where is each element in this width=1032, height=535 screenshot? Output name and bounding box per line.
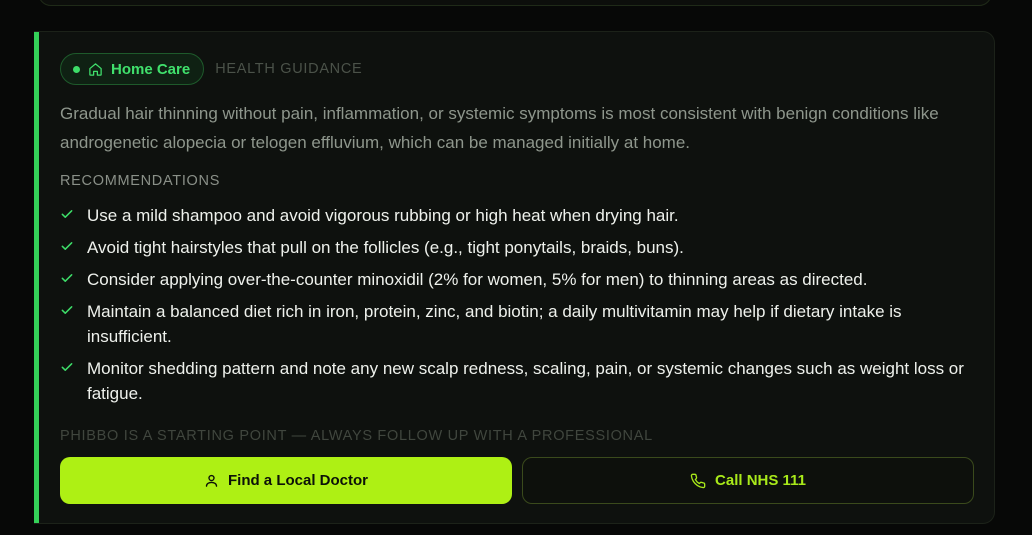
find-local-doctor-label: Find a Local Doctor bbox=[227, 472, 368, 489]
phone-icon bbox=[690, 473, 706, 489]
section-eyebrow: HEALTH GUIDANCE bbox=[215, 61, 363, 77]
check-icon bbox=[60, 235, 87, 260]
recommendation-text: Monitor shedding pattern and note any ne… bbox=[87, 359, 964, 403]
disclaimer-text: PHIBBO IS A STARTING POINT — ALWAYS FOLL… bbox=[60, 428, 653, 444]
list-item: Maintain a balanced diet rich in iron, p… bbox=[60, 299, 975, 349]
recommendations-list: Use a mild shampoo and avoid vigorous ru… bbox=[60, 203, 975, 413]
badge-label: Home Care bbox=[111, 60, 191, 78]
user-icon bbox=[204, 473, 219, 488]
home-care-badge: Home Care bbox=[60, 53, 205, 85]
check-icon bbox=[60, 356, 87, 406]
card-accent-bar bbox=[34, 32, 39, 523]
recommendation-text: Use a mild shampoo and avoid vigorous ru… bbox=[87, 206, 679, 225]
recommendations-title: RECOMMENDATIONS bbox=[60, 173, 221, 189]
recommendation-text: Avoid tight hairstyles that pull on the … bbox=[87, 238, 684, 257]
guidance-card: Home Care HEALTH GUIDANCE Gradual hair t… bbox=[34, 31, 995, 524]
guidance-summary: Gradual hair thinning without pain, infl… bbox=[60, 104, 939, 152]
check-icon bbox=[60, 203, 87, 228]
check-icon bbox=[60, 299, 87, 349]
list-item: Avoid tight hairstyles that pull on the … bbox=[60, 235, 975, 260]
find-local-doctor-button[interactable]: Find a Local Doctor bbox=[60, 457, 512, 504]
card-header: Home Care HEALTH GUIDANCE bbox=[60, 53, 362, 85]
home-icon bbox=[88, 62, 103, 77]
recommendation-text: Consider applying over-the-counter minox… bbox=[87, 270, 868, 289]
list-item: Consider applying over-the-counter minox… bbox=[60, 267, 975, 292]
list-item: Monitor shedding pattern and note any ne… bbox=[60, 356, 975, 406]
call-nhs-111-button[interactable]: Call NHS 111 bbox=[522, 457, 974, 504]
call-nhs-111-label: Call NHS 111 bbox=[715, 472, 806, 489]
previous-card bbox=[38, 0, 992, 6]
check-icon bbox=[60, 267, 87, 292]
list-item: Use a mild shampoo and avoid vigorous ru… bbox=[60, 203, 975, 228]
recommendation-text: Maintain a balanced diet rich in iron, p… bbox=[87, 302, 902, 346]
status-dot bbox=[73, 65, 80, 73]
